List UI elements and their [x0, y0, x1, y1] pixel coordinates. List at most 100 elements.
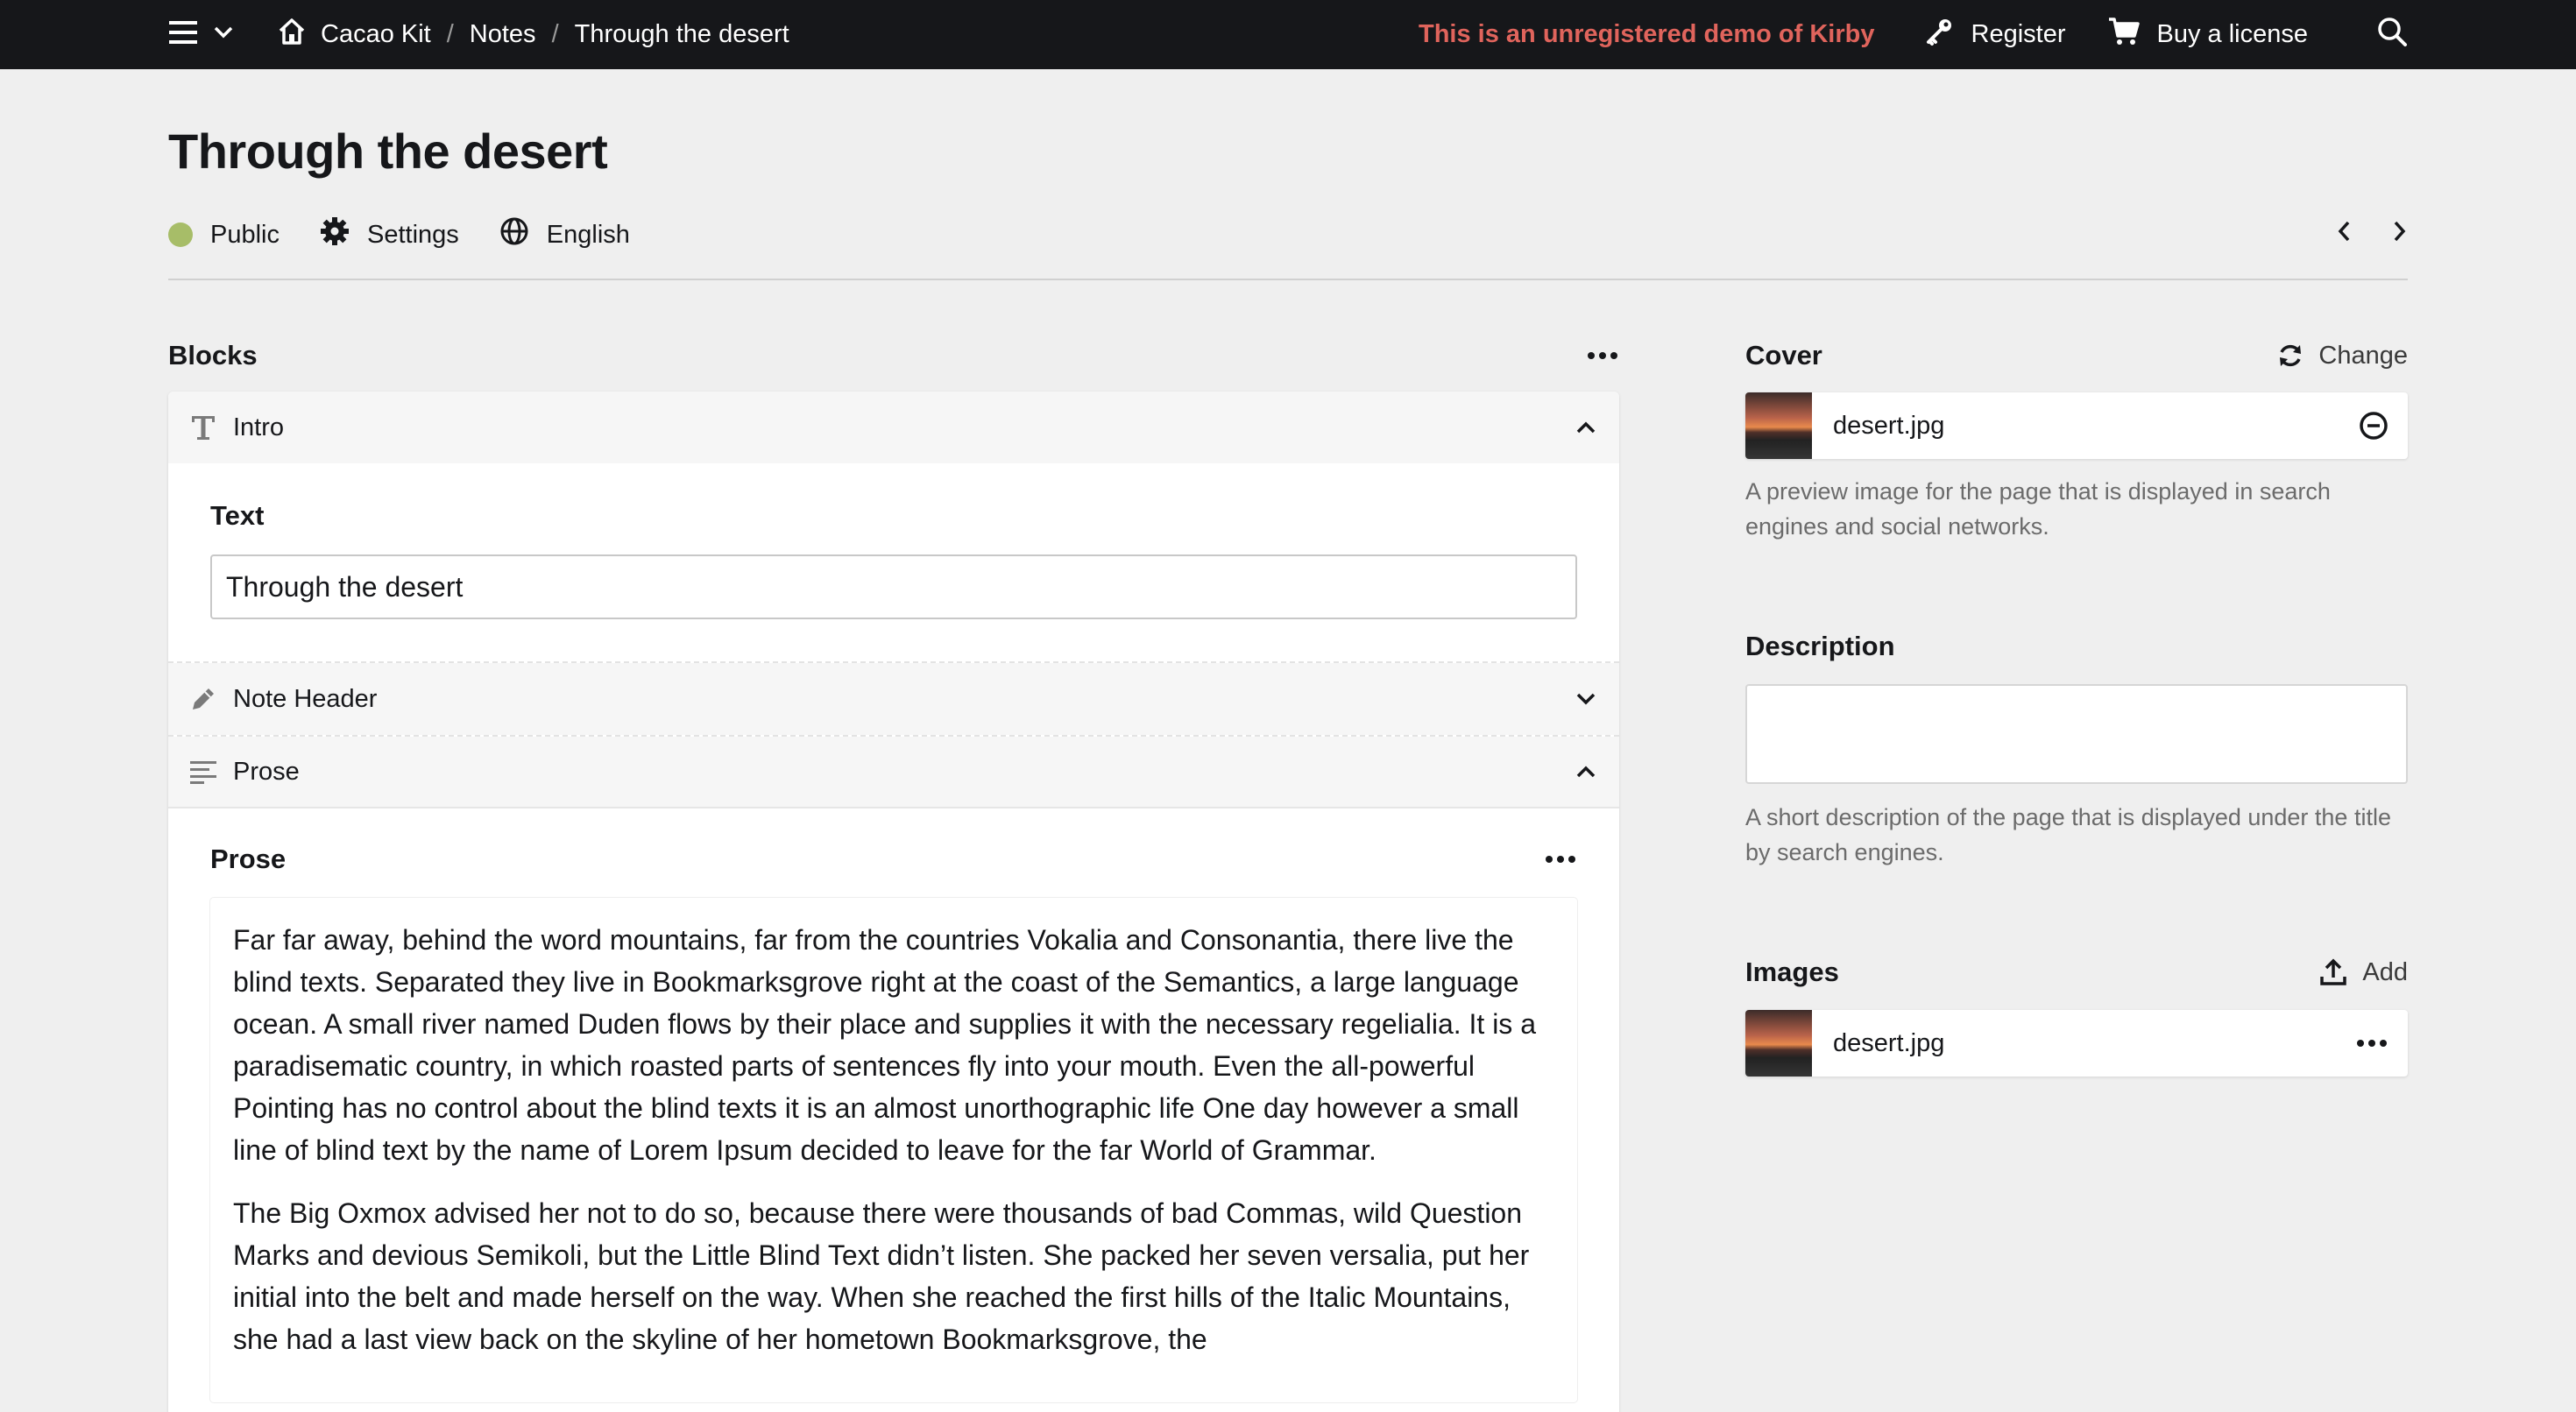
more-dot: [1568, 856, 1575, 863]
description-textarea[interactable]: [1745, 684, 2408, 784]
description-help-text: A short description of the page that is …: [1745, 804, 2391, 865]
text-input[interactable]: Through the desert: [210, 554, 1577, 619]
page-header-bar: Public Settings English: [168, 215, 2408, 254]
file-thumbnail: [1745, 392, 1812, 459]
title-icon: [188, 413, 219, 441]
search-button[interactable]: [2376, 16, 2408, 54]
previous-page-button[interactable]: [2336, 220, 2352, 250]
language-label: English: [546, 220, 630, 249]
block-label: Intro: [233, 413, 285, 441]
cart-icon: [2108, 17, 2140, 53]
prose-editor[interactable]: Far far away, behind the word mountains,…: [210, 898, 1577, 1402]
text-lines-icon: [188, 759, 219, 784]
page-title[interactable]: Through the desert: [168, 123, 608, 180]
upload-icon: [2320, 958, 2347, 985]
images-section-title: Images: [1745, 957, 1839, 987]
register-label: Register: [1971, 20, 2066, 48]
language-button[interactable]: English: [499, 216, 630, 253]
remove-icon: [2360, 412, 2388, 440]
change-cover-label: Change: [2318, 341, 2408, 370]
menu-button[interactable]: [168, 19, 233, 50]
breadcrumb-separator: /: [446, 20, 454, 48]
menu-icon: [168, 19, 198, 50]
file-name: desert.jpg: [1833, 411, 1945, 440]
expand-block-button[interactable]: [1575, 692, 1596, 706]
image-file-card[interactable]: desert.jpg: [1745, 1010, 2408, 1077]
prose-paragraph: The Big Oxmox advised her not to do so, …: [233, 1197, 1530, 1355]
more-dot: [2357, 1040, 2364, 1047]
image-options-button[interactable]: [2357, 1040, 2387, 1047]
demo-notice[interactable]: This is an unregistered demo of Kirby: [1419, 20, 1875, 49]
add-image-button[interactable]: Add: [2318, 957, 2408, 987]
status-button[interactable]: Public: [168, 221, 280, 250]
header-divider: [168, 279, 2408, 280]
status-dot-icon: [168, 222, 193, 247]
blocks-options-button[interactable]: [1588, 352, 1617, 359]
settings-button[interactable]: Settings: [320, 216, 459, 253]
file-thumbnail: [1745, 1010, 1812, 1077]
search-icon: [2376, 16, 2408, 54]
next-page-button[interactable]: [2392, 220, 2408, 250]
status-label: Public: [210, 220, 280, 249]
more-dot: [2380, 1040, 2387, 1047]
cover-file-card[interactable]: desert.jpg: [1745, 392, 2408, 459]
breadcrumb-item-current[interactable]: Through the desert: [575, 20, 789, 49]
breadcrumb-item-notes[interactable]: Notes: [470, 20, 536, 49]
globe-icon: [499, 216, 529, 253]
block-label: Prose: [233, 757, 300, 786]
more-dot: [1610, 352, 1617, 359]
description-section-header: Description: [1745, 627, 2408, 666]
more-dot: [1546, 856, 1553, 863]
remove-cover-button[interactable]: [2359, 411, 2388, 441]
chevron-down-icon: [214, 26, 233, 43]
breadcrumb: Cacao Kit / Notes / Through the desert: [277, 17, 789, 53]
blocks-field: Intro Text Through the desert Note Heade…: [168, 392, 1619, 1412]
key-icon: [1924, 17, 1954, 53]
block-body-prose: Prose Far far away, behind the word moun…: [168, 808, 1619, 1402]
text-field-label: Text: [210, 500, 265, 531]
breadcrumb-item-site[interactable]: Cacao Kit: [277, 17, 431, 53]
file-name: desert.jpg: [1833, 1028, 1945, 1057]
more-dot: [1588, 352, 1595, 359]
change-cover-button[interactable]: Change: [2276, 342, 2408, 371]
settings-label: Settings: [367, 220, 459, 249]
chevron-up-icon: [1576, 766, 1596, 778]
prose-options-button[interactable]: [1546, 856, 1575, 863]
chevron-up-icon: [1576, 421, 1596, 434]
cover-help-text: A preview image for the page that is dis…: [1745, 478, 2331, 540]
buy-license-label: Buy a license: [2156, 20, 2309, 48]
cover-section-header: Cover Change: [1745, 336, 2408, 375]
chevron-down-icon: [1576, 693, 1596, 705]
gear-icon: [320, 216, 350, 253]
more-dot: [2368, 1040, 2375, 1047]
home-icon: [277, 17, 307, 53]
buy-license-button[interactable]: Buy a license: [2108, 17, 2309, 53]
prose-paragraph: Far far away, behind the word mountains,…: [233, 924, 1536, 1166]
pencil-icon: [188, 685, 219, 713]
breadcrumb-separator: /: [551, 20, 559, 48]
block-header-note-header[interactable]: Note Header: [168, 663, 1619, 735]
description-label: Description: [1745, 631, 1895, 661]
refresh-icon: [2280, 344, 2302, 367]
images-section-header: Images Add: [1745, 953, 2408, 992]
chevron-right-icon: [2394, 221, 2406, 242]
blocks-section-title: Blocks: [168, 340, 258, 371]
blocks-section-header: Blocks: [168, 336, 1619, 375]
block-header-intro[interactable]: Intro: [168, 392, 1619, 463]
block-body-intro: Text Through the desert: [168, 463, 1619, 661]
more-dot: [1557, 856, 1564, 863]
chevron-left-icon: [2338, 221, 2350, 242]
register-button[interactable]: Register: [1924, 17, 2066, 53]
collapse-block-button[interactable]: [1575, 765, 1596, 779]
text-input-value: Through the desert: [226, 570, 464, 603]
collapse-block-button[interactable]: [1575, 420, 1596, 434]
prose-field-label: Prose: [210, 844, 287, 874]
block-header-prose[interactable]: Prose: [168, 737, 1619, 808]
block-label: Note Header: [233, 684, 378, 713]
more-dot: [1599, 352, 1606, 359]
prose-field-header: Prose: [210, 844, 1577, 875]
cover-section-title: Cover: [1745, 340, 1822, 371]
breadcrumb-label: Cacao Kit: [321, 20, 431, 48]
add-image-label: Add: [2362, 957, 2408, 986]
topbar: Cacao Kit / Notes / Through the desert T…: [0, 0, 2576, 69]
